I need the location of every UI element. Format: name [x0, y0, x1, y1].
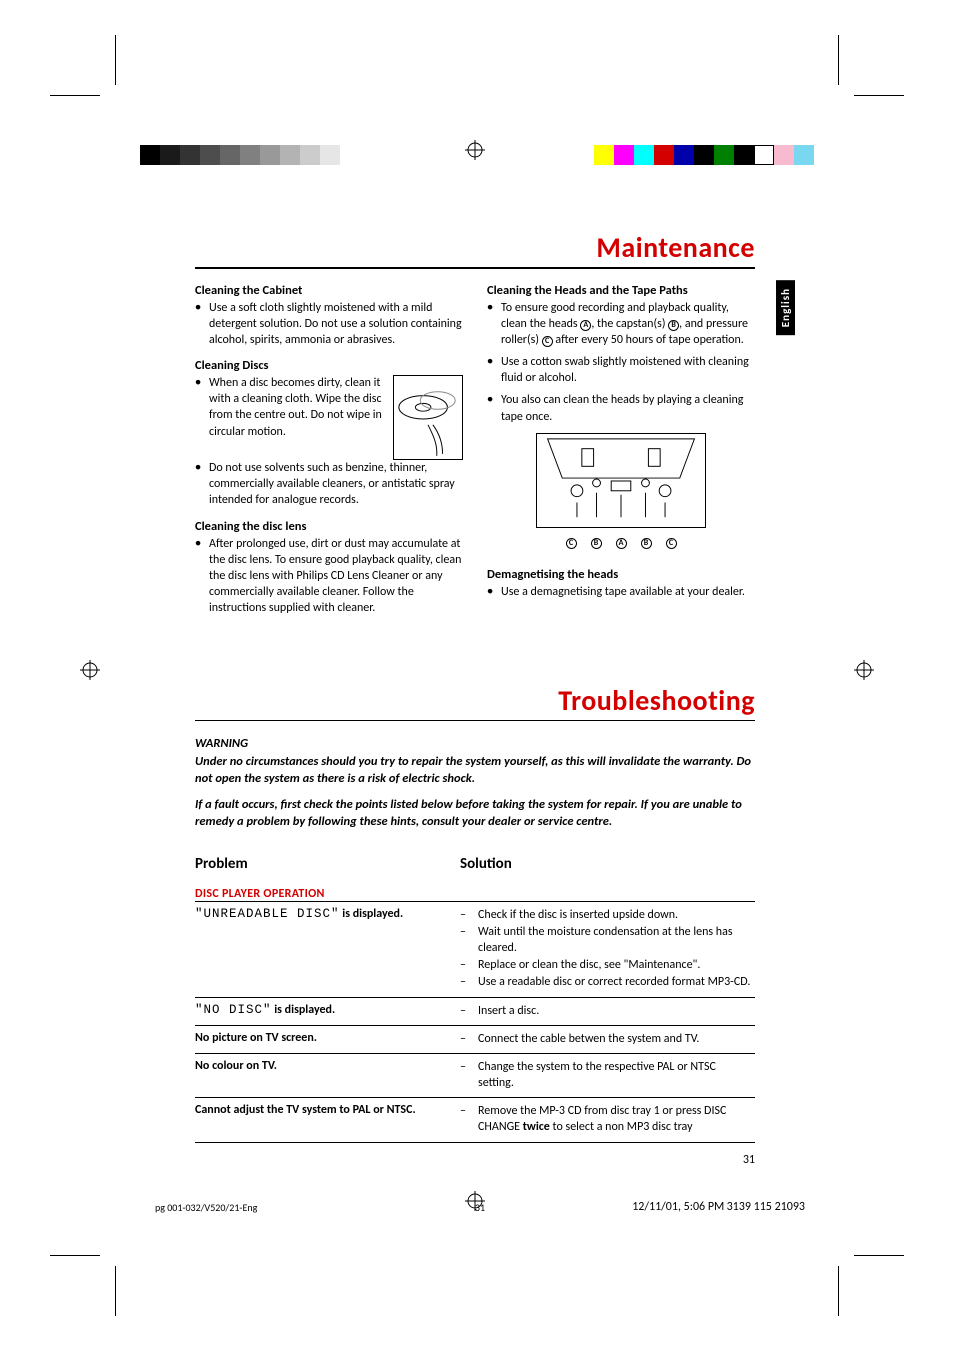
solution-item: –Remove the MP-3 CD from disc tray 1 or … — [460, 1103, 751, 1135]
problem-cell: No picture on TV screen. — [195, 1025, 460, 1053]
gray-step-wedge — [140, 145, 360, 165]
table-row: "UNREADABLE DISC" is displayed.–Check if… — [195, 901, 755, 997]
warning-text-2: If a fault occurs, first check the point… — [195, 796, 755, 831]
table-row: "NO DISC" is displayed.–Insert a disc. — [195, 997, 755, 1025]
footer-date-part: 12/11/01, 5:06 PM 3139 115 21093 — [632, 1200, 805, 1214]
solution-item: –Change the system to the respective PAL… — [460, 1059, 751, 1091]
cleaning-lens-b1: After prolonged use, dirt or dust may ac… — [195, 536, 463, 617]
table-row: No colour on TV.–Change the system to th… — [195, 1053, 755, 1097]
registration-mark-icon — [80, 660, 100, 680]
demag-b1: Use a demagnetising tape available at yo… — [487, 584, 755, 600]
warning-label: WARNING — [195, 735, 755, 753]
language-tab: English — [776, 280, 795, 335]
solution-item: –Replace or clean the disc, see "Mainten… — [460, 957, 751, 973]
diagram-label-icon: C — [666, 538, 677, 549]
problem-cell: "UNREADABLE DISC" is displayed. — [195, 901, 460, 997]
diagram-label-icon: B — [591, 538, 602, 549]
solution-item: –Wait until the moisture condensation at… — [460, 924, 751, 956]
label-c-icon: C — [542, 336, 553, 347]
title-rule — [195, 267, 755, 269]
cleaning-heads-b3: You also can clean the heads by playing … — [487, 392, 755, 424]
troubleshooting-table: "UNREADABLE DISC" is displayed.–Check if… — [195, 901, 755, 1143]
cleaning-heads-head: Cleaning the Heads and the Tape Paths — [487, 283, 755, 298]
diagram-label-icon: C — [566, 538, 577, 549]
solution-item: –Insert a disc. — [460, 1003, 751, 1019]
warning-text-1: Under no circumstances should you try to… — [195, 753, 755, 788]
warning-block: WARNING Under no circumstances should yo… — [195, 735, 755, 831]
solution-cell: –Remove the MP-3 CD from disc tray 1 or … — [460, 1098, 755, 1142]
page-content: English Maintenance Cleaning the Cabinet… — [195, 230, 755, 1167]
print-footer: pg 001-032/V520/21-Eng 31 12/11/01, 5:06… — [155, 1200, 805, 1214]
solution-item: –Use a readable disc or correct recorded… — [460, 974, 751, 990]
solution-cell: –Change the system to the respective PAL… — [460, 1053, 755, 1097]
solution-cell: –Check if the disc is inserted upside do… — [460, 901, 755, 997]
tape-mechanism-illustration — [536, 433, 706, 528]
page-number: 31 — [195, 1153, 755, 1167]
maintenance-left-column: Cleaning the Cabinet Use a soft cloth sl… — [195, 283, 463, 623]
label-a-icon: A — [580, 320, 591, 331]
maintenance-right-column: Cleaning the Heads and the Tape Paths To… — [487, 283, 755, 623]
problem-cell: No colour on TV. — [195, 1053, 460, 1097]
diagram-label-icon: B — [641, 538, 652, 549]
cleaning-cabinet-text: Use a soft cloth slightly moistened with… — [195, 300, 463, 349]
cleaning-heads-b2: Use a cotton swab slightly moistened wit… — [487, 354, 755, 386]
problem-solution-header: Problem Solution — [195, 855, 755, 873]
footer-file: pg 001-032/V520/21-Eng — [155, 1201, 257, 1214]
cleaning-discs-b1: When a disc becomes dirty, clean it with… — [195, 375, 463, 440]
problem-cell: Cannot adjust the TV system to PAL or NT… — [195, 1098, 460, 1142]
cleaning-lens-head: Cleaning the disc lens — [195, 519, 463, 534]
problem-cell: "NO DISC" is displayed. — [195, 997, 460, 1025]
cleaning-discs-head: Cleaning Discs — [195, 358, 463, 373]
solution-cell: –Connect the cable betwen the system and… — [460, 1025, 755, 1053]
cleaning-heads-b1: To ensure good recording and playback qu… — [487, 300, 755, 349]
solution-item: –Connect the cable betwen the system and… — [460, 1031, 751, 1047]
solution-item: –Check if the disc is inserted upside do… — [460, 907, 751, 923]
cleaning-discs-b2: Do not use solvents such as benzine, thi… — [195, 460, 463, 509]
color-bar — [594, 145, 814, 165]
title-rule — [195, 720, 755, 722]
troubleshooting-title: Troubleshooting — [195, 683, 755, 718]
footer-page: 31 — [475, 1201, 485, 1214]
col-header-solution: Solution — [460, 855, 512, 873]
solution-cell: –Insert a disc. — [460, 997, 755, 1025]
tape-diagram-labels: CBABC — [487, 538, 755, 549]
disc-player-section-head: DISC PLAYER OPERATION — [195, 887, 755, 901]
demag-head: Demagnetising the heads — [487, 567, 755, 582]
maintenance-title: Maintenance — [195, 230, 755, 265]
registration-mark-icon — [854, 660, 874, 680]
cleaning-cabinet-head: Cleaning the Cabinet — [195, 283, 463, 298]
table-row: No picture on TV screen.–Connect the cab… — [195, 1025, 755, 1053]
registration-mark-icon — [465, 140, 485, 160]
col-header-problem: Problem — [195, 855, 460, 873]
label-b-icon: B — [668, 320, 679, 331]
diagram-label-icon: A — [616, 538, 627, 549]
table-row: Cannot adjust the TV system to PAL or NT… — [195, 1098, 755, 1142]
